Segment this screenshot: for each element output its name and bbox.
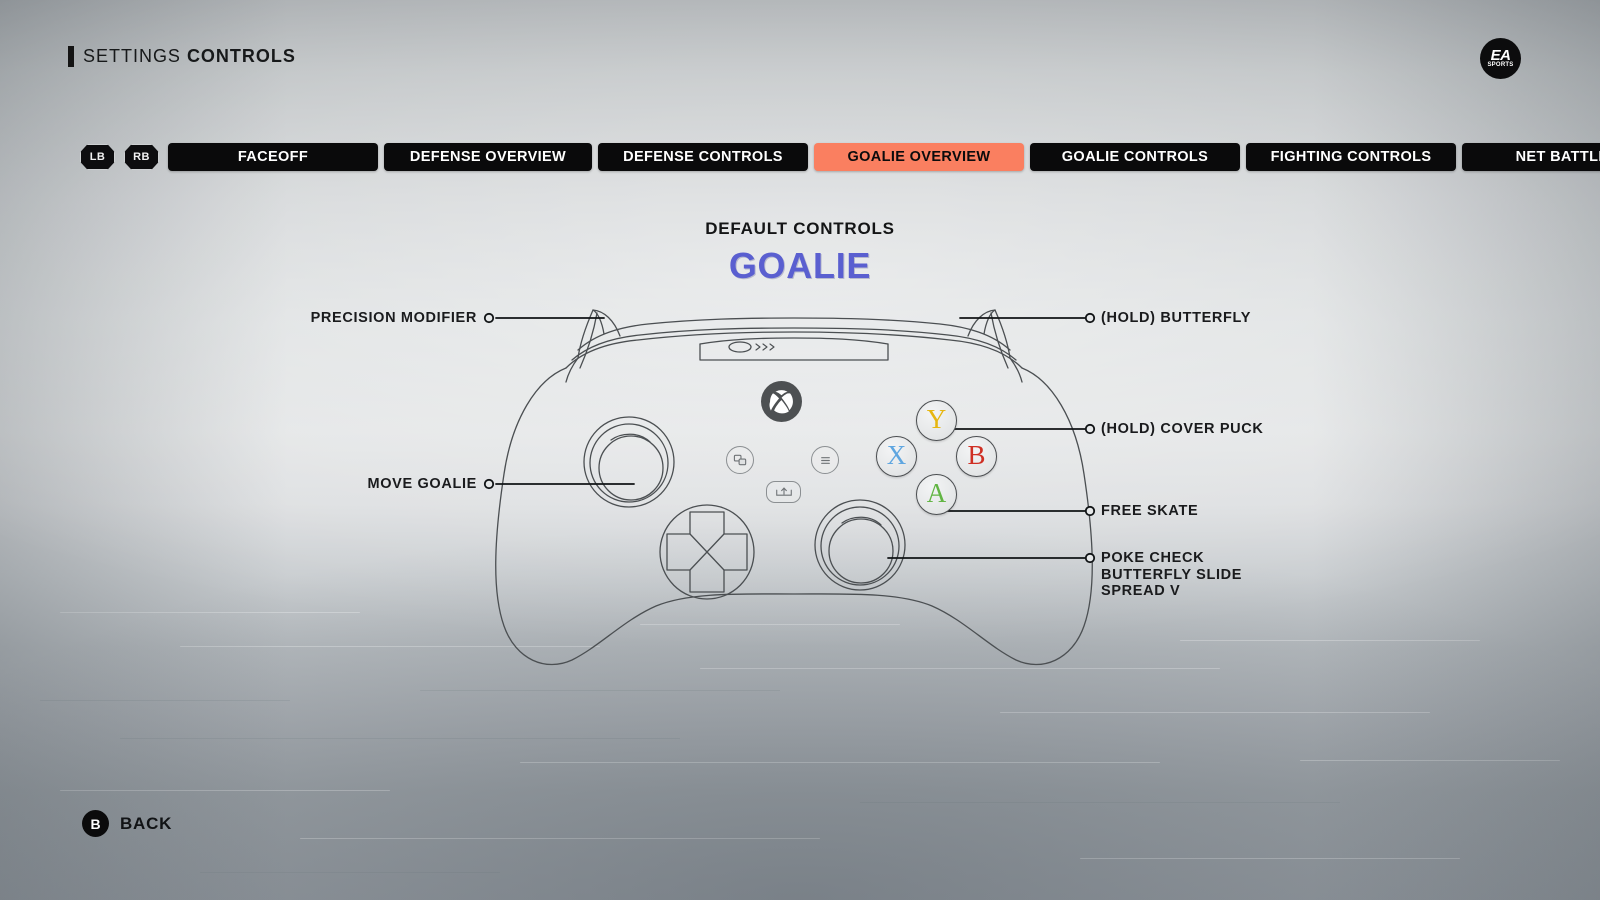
a-button: A [916, 474, 957, 515]
callout-hold-cover-puck: (HOLD) COVER PUCK [1101, 421, 1264, 437]
default-controls-eyebrow: DEFAULT CONTROLS [705, 219, 895, 238]
bumper-left-lb[interactable]: LB [80, 144, 115, 170]
callout-hold-butterfly: (HOLD) BUTTERFLY [1101, 310, 1252, 326]
tab-faceoff[interactable]: FACEOFF [168, 143, 378, 171]
tab-goalie-controls[interactable]: GOALIE CONTROLS [1030, 143, 1240, 171]
y-button-label: Y [926, 404, 947, 434]
ea-logo-sub: SPORTS [1487, 61, 1514, 68]
callout-move-goalie: MOVE GOALIE [367, 476, 477, 492]
xbox-logo-glyph [769, 390, 793, 414]
tab-bar: LB RB FACEOFF DEFENSE OVERVIEW DEFENSE C… [80, 143, 1600, 171]
ea-logo-brand: EA [1490, 46, 1511, 64]
back-action[interactable]: B BACK [82, 810, 172, 837]
section-title: DEFAULT CONTROLS GOALIE [0, 219, 1600, 287]
callout-precision-modifier: PRECISION MODIFIER [310, 310, 477, 326]
tab-defense-overview[interactable]: DEFENSE OVERVIEW [384, 143, 592, 171]
xbox-guide-icon [761, 381, 802, 422]
x-button-label: X [886, 440, 907, 470]
breadcrumb: SETTINGS CONTROLS [68, 46, 296, 67]
y-button: Y [916, 400, 957, 441]
tab-goalie-overview[interactable]: GOALIE OVERVIEW [814, 143, 1024, 171]
page-title: CONTROLS [186, 46, 296, 66]
breadcrumb-accent-bar [68, 46, 74, 67]
tab-fighting-controls[interactable]: FIGHTING CONTROLS [1246, 143, 1456, 171]
background-vignette [0, 0, 1600, 900]
tab-defense-controls[interactable]: DEFENSE CONTROLS [598, 143, 808, 171]
b-button-icon: B [82, 810, 109, 837]
share-button-icon [766, 481, 801, 503]
b-button-label: B [967, 440, 986, 470]
view-button-icon [726, 446, 754, 474]
screen: SETTINGS CONTROLS EA SPORTS LB RB FACEOF… [0, 0, 1600, 900]
ea-sports-logo-icon: EA SPORTS [1480, 38, 1521, 79]
callout-free-skate: FREE SKATE [1101, 503, 1199, 519]
breadcrumb-settings-label: SETTINGS [83, 46, 181, 66]
b-button: B [956, 436, 997, 477]
tab-net-battles[interactable]: NET BATTLES [1462, 143, 1600, 171]
a-button-label: A [926, 478, 947, 508]
menu-button-icon [811, 446, 839, 474]
bumper-right-rb[interactable]: RB [124, 144, 159, 170]
x-button: X [876, 436, 917, 477]
callout-poke-check: POKE CHECK BUTTERFLY SLIDE SPREAD V [1101, 550, 1243, 599]
goalie-title: GOALIE [728, 245, 872, 286]
back-label: BACK [120, 813, 173, 833]
